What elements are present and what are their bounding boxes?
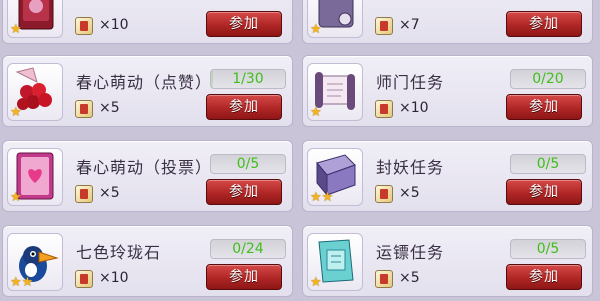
activity-card: ★ 师门任务 ×10 0/20 参加 xyxy=(302,55,593,127)
activity-title: 春心萌动（投票） xyxy=(76,158,213,177)
rating-stars: ★ xyxy=(10,23,22,37)
rating-stars: ★ xyxy=(310,276,322,290)
activity-title: 封妖任务 xyxy=(376,158,445,177)
activity-card: ★ ×10 参加 xyxy=(2,0,293,44)
reward-scroll-icon xyxy=(75,100,93,118)
activity-card: ★ 春心萌动（点赞） ×5 1/30 参加 xyxy=(2,55,293,127)
join-button[interactable]: 参加 xyxy=(206,264,282,290)
reward-count: ×5 xyxy=(399,185,420,201)
star-icon: ★ xyxy=(10,105,22,120)
reward-scroll-icon xyxy=(75,185,93,203)
star-icon: ★ xyxy=(310,22,322,37)
star-icon: ★ xyxy=(310,275,322,290)
reward-count: ×5 xyxy=(99,100,120,116)
reward-scroll-icon xyxy=(75,17,93,35)
activity-item-slot[interactable]: ★ xyxy=(7,0,63,38)
reward-count: ×10 xyxy=(99,17,129,33)
activity-item-slot[interactable]: ★ xyxy=(307,0,363,38)
rating-stars: ★ xyxy=(310,106,322,120)
activity-title: 七色玲珑石 xyxy=(76,243,162,262)
star-icon: ★ xyxy=(10,190,22,205)
star-icon: ★ xyxy=(10,275,22,290)
activity-title: 春心萌动（点赞） xyxy=(76,73,213,92)
reward-scroll-icon xyxy=(75,270,93,288)
activity-item-slot[interactable]: ★ xyxy=(7,63,63,121)
join-button[interactable]: 参加 xyxy=(206,179,282,205)
reward-scroll-icon xyxy=(375,270,393,288)
star-icon: ★ xyxy=(310,190,322,205)
rating-stars: ★ ★ xyxy=(10,276,33,290)
activity-item-slot[interactable]: ★ xyxy=(7,148,63,206)
progress-counter: 0/5 xyxy=(510,239,586,259)
rating-stars: ★ xyxy=(10,106,22,120)
star-icon: ★ xyxy=(321,190,334,205)
activity-item-slot[interactable]: ★ ★ xyxy=(307,148,363,206)
join-button[interactable]: 参加 xyxy=(206,94,282,120)
activity-title: 师门任务 xyxy=(376,73,445,92)
activity-item-slot[interactable]: ★ xyxy=(307,63,363,121)
activity-card: ★ 春心萌动（投票） ×5 0/5 参加 xyxy=(2,140,293,212)
join-button[interactable]: 参加 xyxy=(506,11,582,37)
reward-count: ×5 xyxy=(399,270,420,286)
progress-counter: 0/5 xyxy=(210,154,286,174)
rating-stars: ★ ★ xyxy=(310,191,333,205)
star-icon: ★ xyxy=(10,22,22,37)
join-button[interactable]: 参加 xyxy=(506,94,582,120)
reward-count: ×10 xyxy=(399,100,429,116)
activity-card: ★ 运镖任务 ×5 0/5 参加 xyxy=(302,225,593,297)
reward-count: ×7 xyxy=(399,17,420,33)
reward-scroll-icon xyxy=(375,185,393,203)
progress-counter: 1/30 xyxy=(210,69,286,89)
activity-card: ★ ★ 封妖任务 ×5 0/5 参加 xyxy=(302,140,593,212)
reward-count: ×5 xyxy=(99,185,120,201)
rating-stars: ★ xyxy=(10,191,22,205)
activity-list: ★ ×10 参加 ★ ×7 参加 ★ 春心萌动（点赞） ×5 1/30 参加 ★… xyxy=(0,0,600,301)
activity-card: ★ ×7 参加 xyxy=(302,0,593,44)
progress-fill xyxy=(211,70,214,88)
join-button[interactable]: 参加 xyxy=(206,11,282,37)
reward-scroll-icon xyxy=(375,100,393,118)
activity-item-slot[interactable]: ★ xyxy=(307,233,363,291)
progress-counter: 0/24 xyxy=(210,239,286,259)
star-icon: ★ xyxy=(310,105,322,120)
join-button[interactable]: 参加 xyxy=(506,179,582,205)
activity-card: ★ ★ 七色玲珑石 ×10 0/24 参加 xyxy=(2,225,293,297)
reward-count: ×10 xyxy=(99,270,129,286)
progress-counter: 0/5 xyxy=(510,154,586,174)
activity-title: 运镖任务 xyxy=(376,243,445,262)
rating-stars: ★ xyxy=(310,23,322,37)
activity-item-slot[interactable]: ★ ★ xyxy=(7,233,63,291)
reward-scroll-icon xyxy=(375,17,393,35)
progress-counter: 0/20 xyxy=(510,69,586,89)
join-button[interactable]: 参加 xyxy=(506,264,582,290)
star-icon: ★ xyxy=(21,275,34,290)
